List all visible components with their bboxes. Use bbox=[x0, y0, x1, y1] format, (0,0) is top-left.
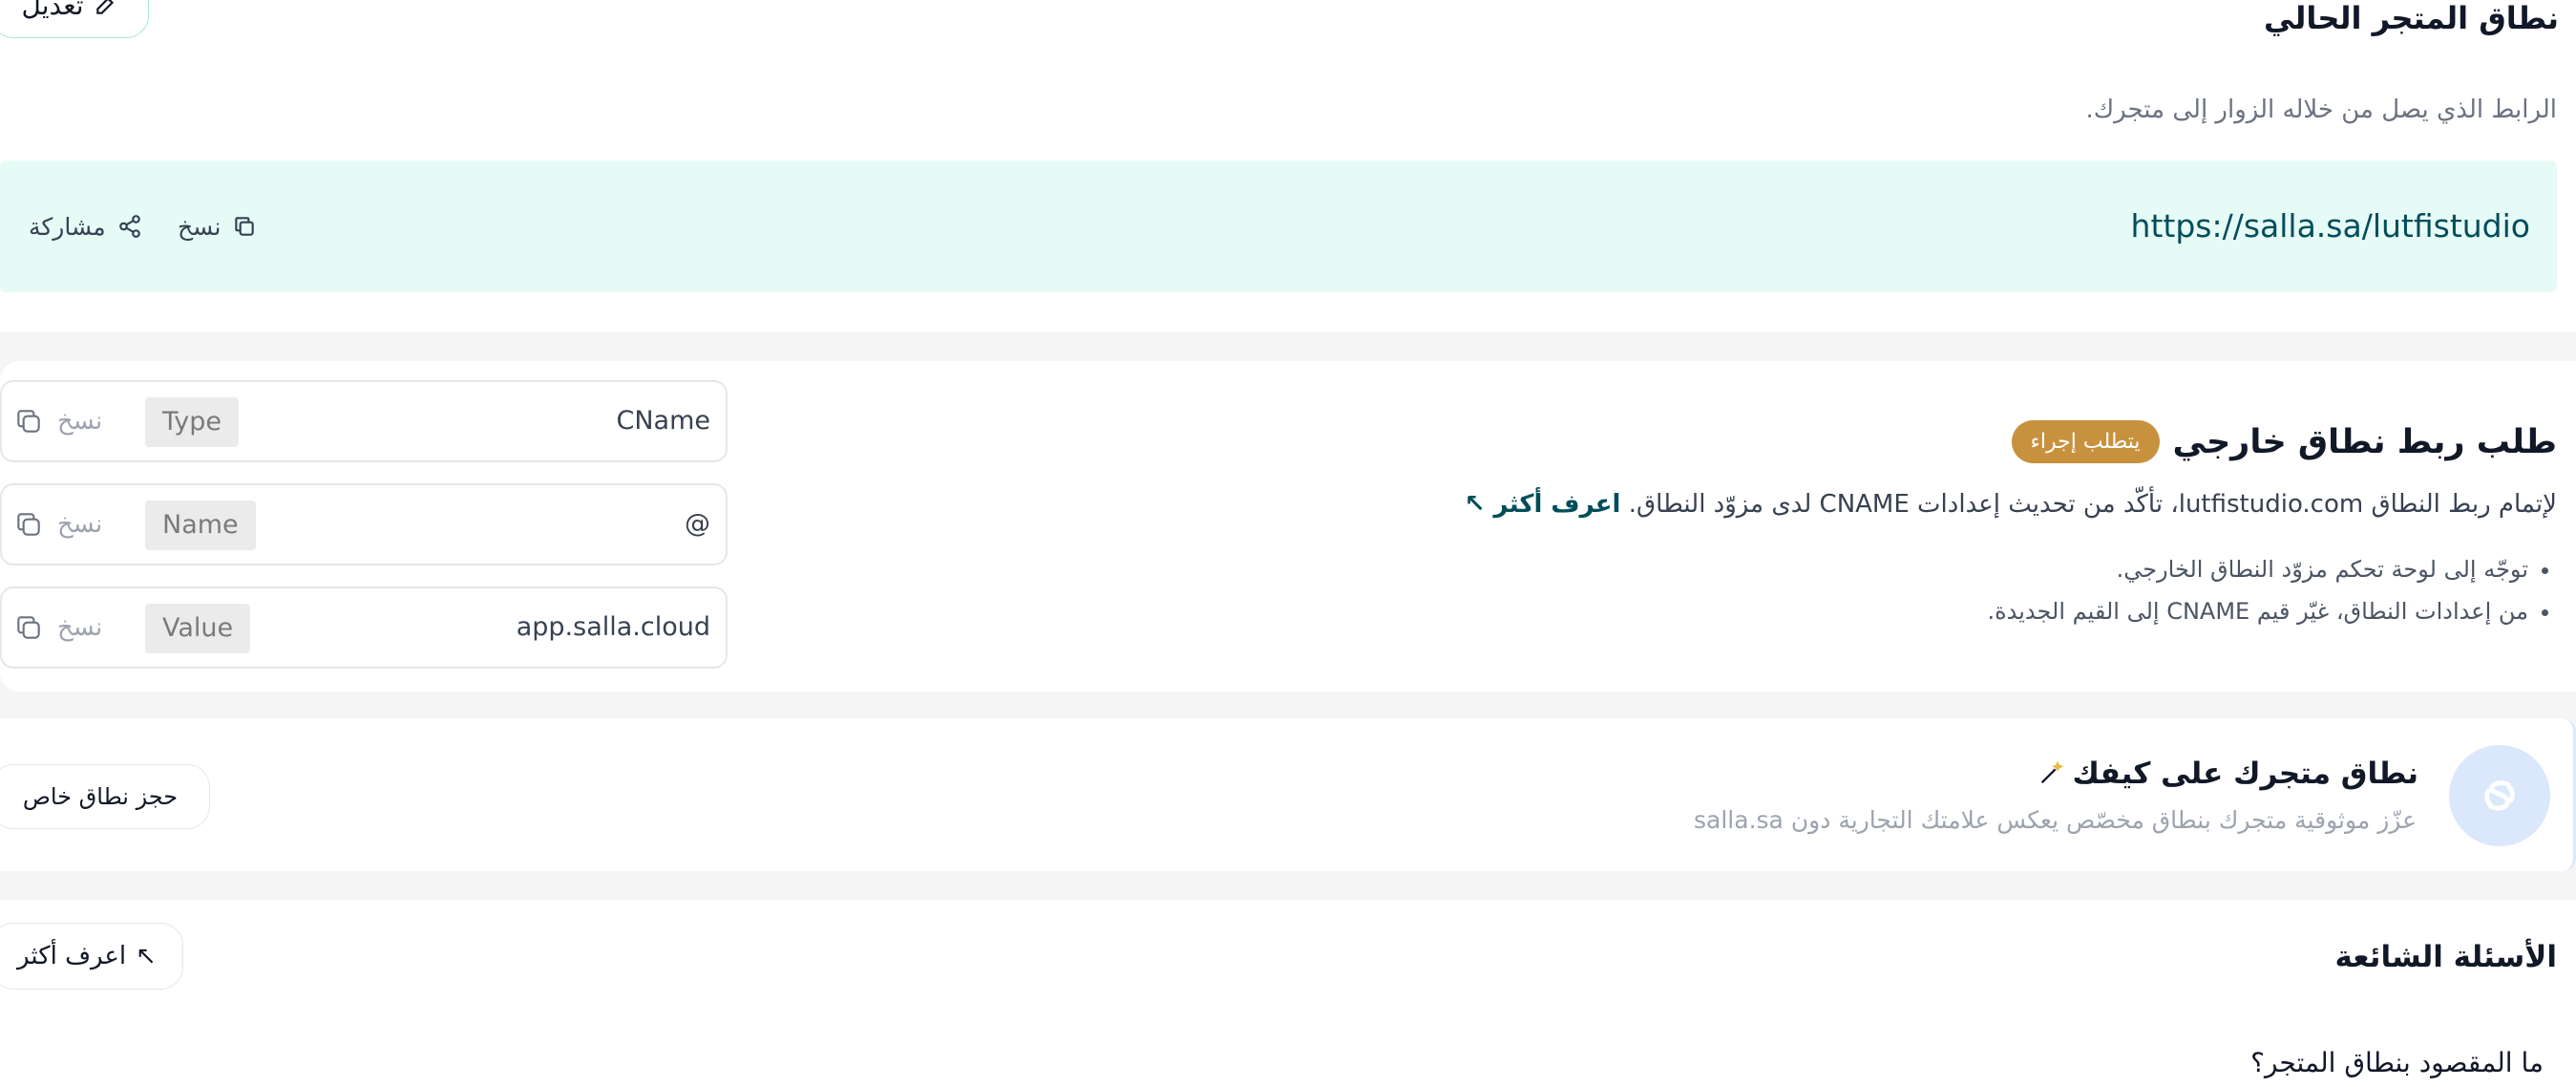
copy-icon bbox=[13, 612, 44, 643]
external-domain-description: لإتمام ربط النطاق lutfistudio.com، تأكّد… bbox=[1628, 490, 2557, 519]
arrow-up-left-icon: ↖ bbox=[1464, 490, 1486, 519]
action-required-badge: يتطلب إجراء bbox=[2011, 420, 2160, 463]
faq-card: الأسئلة الشائعة اعرف أكثر ↖ ما المقصود ب… bbox=[0, 900, 2576, 1087]
magic-wand-icon bbox=[2038, 760, 2065, 787]
list-item: توجّه إلى لوحة تحكم مزوّد النطاق الخارجي… bbox=[1987, 548, 2528, 590]
copy-url-button[interactable]: نسخ bbox=[178, 160, 257, 292]
domain-url: https://salla.sa/lutfistudio bbox=[2130, 207, 2530, 245]
custom-domain-card: نطاق متجرك على كيفك عزّز موثوقية متجرك ب… bbox=[0, 718, 2576, 871]
current-domain-description: الرابط الذي يصل من خلاله الزوار إلى متجر… bbox=[2085, 96, 2557, 124]
share-icon bbox=[117, 214, 142, 239]
reserve-domain-button[interactable]: حجز نطاق خاص bbox=[0, 764, 210, 829]
cname-value-field: app.salla.cloud Value نسخ bbox=[0, 586, 728, 669]
edit-button[interactable]: تعديل bbox=[0, 0, 149, 38]
current-domain-card: تعديل نطاق المتجر الحالي الرابط الذي يصل… bbox=[0, 0, 2576, 332]
faq-title: الأسئلة الشائعة bbox=[2334, 940, 2558, 974]
copy-icon bbox=[13, 406, 44, 437]
external-domain-title: طلب ربط نطاق خارجي bbox=[2172, 422, 2557, 461]
faq-question[interactable]: ما المقصود بنطاق المتجر؟ bbox=[2250, 1047, 2544, 1078]
arrow-up-left-icon: ↖ bbox=[136, 942, 157, 970]
external-domain-card: طلب ربط نطاق خارجي يتطلب إجراء لإتمام رب… bbox=[0, 361, 2576, 692]
custom-domain-title: نطاق متجرك على كيفك bbox=[2072, 757, 2418, 791]
name-chip: Name bbox=[145, 501, 256, 550]
share-url-button[interactable]: مشاركة bbox=[29, 160, 142, 292]
steps-list: توجّه إلى لوحة تحكم مزوّد النطاق الخارجي… bbox=[1987, 548, 2557, 632]
copy-icon bbox=[13, 509, 44, 540]
copy-icon bbox=[232, 214, 257, 239]
salla-logo bbox=[2449, 745, 2550, 846]
value-chip: Value bbox=[145, 604, 251, 653]
faq-learn-more-button[interactable]: اعرف أكثر ↖ bbox=[0, 923, 183, 990]
cname-type-field: CName Type نسخ bbox=[0, 380, 728, 462]
type-chip: Type bbox=[145, 397, 240, 447]
learn-more-link[interactable]: اعرف أكثر ↖ bbox=[1465, 490, 1621, 519]
domain-url-box: https://salla.sa/lutfistudio نسخ مشاركة bbox=[0, 160, 2557, 292]
cname-name-field: @ Name نسخ bbox=[0, 483, 728, 565]
copy-type-button[interactable]: نسخ bbox=[13, 382, 102, 460]
edit-icon bbox=[94, 0, 118, 17]
list-item: من إعدادات النطاق، غيّر قيم CNAME إلى ال… bbox=[1987, 590, 2528, 632]
current-domain-title: نطاق المتجر الحالي bbox=[2263, 0, 2559, 36]
custom-domain-subtitle: عزّز موثوقية متجرك بنطاق مخصّص يعكس علام… bbox=[1694, 806, 2417, 834]
copy-value-button[interactable]: نسخ bbox=[13, 588, 102, 667]
copy-name-button[interactable]: نسخ bbox=[13, 485, 102, 564]
